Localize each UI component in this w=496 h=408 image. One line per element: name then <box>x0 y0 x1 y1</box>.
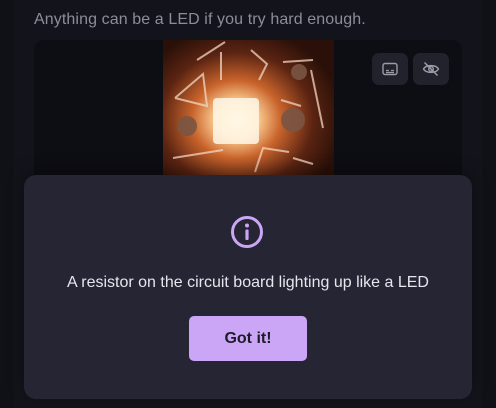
hide-media-button[interactable] <box>413 53 449 85</box>
got-it-button[interactable]: Got it! <box>189 316 307 361</box>
post-caption: Anything can be a LED if you try hard en… <box>34 11 366 28</box>
eye-off-icon <box>422 61 440 77</box>
alt-text-description: A resistor on the circuit board lighting… <box>67 274 429 291</box>
alt-text-dialog: A resistor on the circuit board lighting… <box>24 175 472 399</box>
captions-icon <box>382 62 398 76</box>
captions-button[interactable] <box>372 53 408 85</box>
media-attachment[interactable] <box>34 40 462 190</box>
page: Anything can be a LED if you try hard en… <box>0 0 496 408</box>
attachment-image[interactable] <box>163 40 334 190</box>
info-icon <box>231 216 263 248</box>
